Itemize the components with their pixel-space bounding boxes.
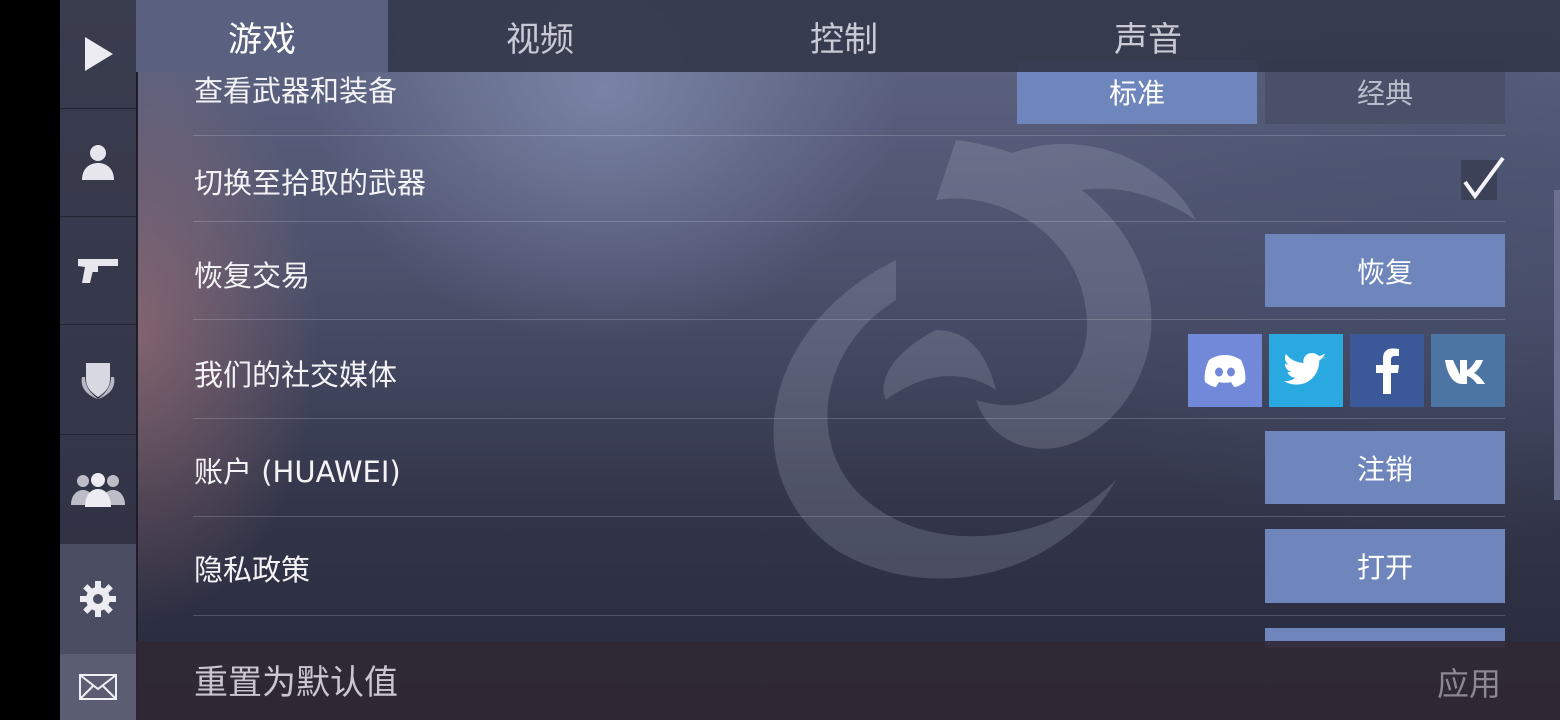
tab-sound[interactable]: 声音 (996, 0, 1300, 72)
vk-button[interactable] (1431, 334, 1505, 407)
top-tab-bar: 游戏 视频 控制 声音 (136, 0, 1560, 72)
gear-icon (80, 581, 116, 617)
settings-screen: 查看武器和装备 标准 经典 切换至拾取的武器 恢复交易 恢复 我们的社交媒体 账… (0, 0, 1560, 720)
pistol-icon (78, 259, 118, 283)
reset-defaults-button[interactable]: 重置为默认值 (194, 655, 398, 704)
twitter-icon (1284, 352, 1327, 385)
tab-game[interactable]: 游戏 (136, 0, 388, 72)
social-media-label: 我们的社交媒体 (194, 358, 398, 392)
mail-icon (79, 674, 117, 700)
switch-pickup-checkbox[interactable] (1461, 156, 1505, 202)
clan-nav-button[interactable] (60, 324, 136, 435)
play-icon (85, 37, 113, 71)
discord-icon (1204, 354, 1246, 387)
play-nav-button[interactable] (60, 0, 136, 109)
row-divider (193, 135, 1505, 136)
screen-edge (0, 0, 60, 720)
friends-icon (71, 473, 125, 507)
row-divider (193, 221, 1505, 222)
restore-label: 恢复交易 (194, 259, 311, 293)
row-divider (193, 615, 1505, 616)
row-divider (193, 516, 1505, 517)
switch-pickup-label: 切换至拾取的武器 (194, 166, 427, 200)
tab-video[interactable]: 视频 (388, 0, 692, 72)
row-divider (193, 319, 1505, 320)
profile-icon (82, 145, 114, 180)
account-label: 账户 (HUAWEI) (194, 455, 401, 489)
scrollbar[interactable] (1554, 190, 1560, 500)
weapon-view-label: 查看武器和装备 (194, 74, 398, 108)
friends-nav-button[interactable] (60, 434, 136, 545)
facebook-button[interactable] (1350, 334, 1424, 407)
mail-nav-button[interactable] (60, 654, 136, 720)
vk-icon (1445, 359, 1485, 384)
apply-button[interactable]: 应用 (1437, 659, 1501, 705)
phoenix-emblem-icon (773, 140, 1196, 579)
clan-shield-icon (81, 363, 115, 399)
side-navigation (60, 0, 138, 720)
settings-nav-button[interactable] (60, 544, 136, 655)
privacy-open-button[interactable]: 打开 (1265, 529, 1505, 603)
restore-button[interactable]: 恢复 (1265, 234, 1505, 307)
logout-button[interactable]: 注销 (1265, 431, 1505, 504)
row-divider (193, 418, 1505, 419)
twitter-button[interactable] (1269, 334, 1343, 407)
checkmark-icon (1461, 156, 1505, 200)
discord-button[interactable] (1188, 334, 1262, 407)
facebook-icon (1376, 348, 1399, 394)
tab-controls[interactable]: 控制 (692, 0, 996, 72)
privacy-policy-label: 隐私政策 (194, 553, 311, 587)
weapons-nav-button[interactable] (60, 216, 136, 325)
profile-nav-button[interactable] (60, 108, 136, 217)
